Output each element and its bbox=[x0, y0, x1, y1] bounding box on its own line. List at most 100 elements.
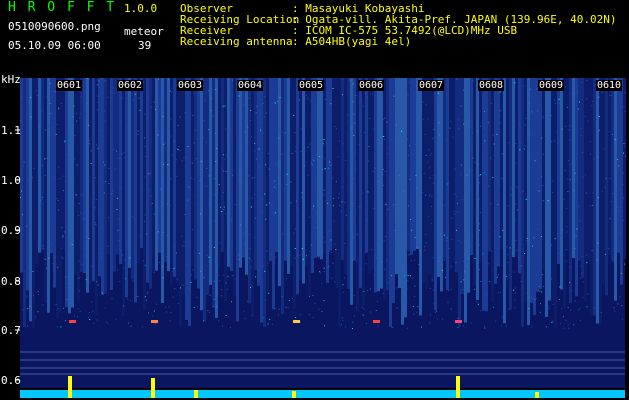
noise-speckle bbox=[570, 309, 572, 311]
noise-speckle bbox=[225, 315, 227, 316]
noise-speckle bbox=[347, 114, 349, 116]
noise-speckle bbox=[76, 120, 78, 122]
noise-speckle bbox=[285, 132, 286, 134]
noise-speckle bbox=[295, 146, 297, 148]
noise-speckle bbox=[184, 111, 186, 113]
noise-speckle bbox=[185, 165, 187, 167]
noise-speckle bbox=[582, 176, 584, 178]
noise-column bbox=[176, 78, 179, 282]
noise-speckle bbox=[447, 183, 449, 185]
noise-speckle bbox=[622, 172, 624, 174]
noise-column bbox=[125, 78, 128, 298]
noise-speckle bbox=[547, 305, 549, 307]
noise-speckle bbox=[104, 164, 105, 166]
noise-speckle bbox=[60, 326, 62, 328]
noise-speckle bbox=[541, 291, 543, 293]
noise-speckle bbox=[213, 220, 215, 222]
time-tick-label: 0608 bbox=[478, 80, 505, 91]
noise-speckle bbox=[278, 308, 280, 310]
noise-speckle bbox=[320, 137, 322, 138]
noise-speckle bbox=[485, 92, 487, 94]
noise-column bbox=[395, 78, 398, 275]
noise-speckle bbox=[540, 254, 542, 256]
noise-speckle bbox=[530, 134, 531, 136]
noise-speckle bbox=[176, 148, 178, 150]
noise-speckle bbox=[345, 214, 347, 216]
noise-speckle bbox=[547, 116, 549, 118]
noise-speckle bbox=[623, 152, 624, 154]
noise-speckle bbox=[621, 318, 623, 320]
noise-speckle bbox=[312, 317, 314, 318]
noise-speckle bbox=[355, 307, 357, 309]
noise-speckle bbox=[118, 239, 120, 241]
noise-speckle bbox=[97, 95, 98, 97]
noise-speckle bbox=[464, 140, 466, 142]
noise-speckle bbox=[85, 210, 86, 212]
noise-speckle bbox=[453, 210, 455, 212]
noise-speckle bbox=[242, 117, 243, 119]
noise-speckle bbox=[107, 245, 109, 247]
noise-speckle bbox=[50, 113, 52, 115]
noise-speckle bbox=[578, 205, 580, 207]
noise-column bbox=[182, 78, 185, 295]
noise-speckle bbox=[601, 91, 603, 93]
noise-speckle bbox=[86, 202, 88, 203]
noise-speckle bbox=[247, 300, 249, 302]
noise-speckle bbox=[221, 211, 223, 213]
noise-speckle bbox=[545, 326, 547, 328]
noise-speckle bbox=[105, 164, 107, 166]
noise-speckle bbox=[362, 314, 364, 316]
noise-speckle bbox=[156, 127, 158, 129]
noise-speckle bbox=[20, 197, 21, 198]
noise-speckle bbox=[592, 100, 594, 102]
noise-speckle bbox=[286, 183, 288, 185]
noise-speckle bbox=[382, 168, 384, 170]
noise-speckle bbox=[97, 79, 99, 81]
noise-speckle bbox=[356, 260, 358, 262]
noise-speckle bbox=[545, 146, 547, 148]
noise-speckle bbox=[56, 123, 58, 125]
noise-speckle bbox=[429, 322, 431, 324]
noise-column bbox=[92, 78, 95, 282]
noise-speckle bbox=[148, 189, 150, 191]
noise-speckle bbox=[421, 159, 423, 161]
noise-speckle bbox=[449, 127, 451, 129]
noise-speckle bbox=[324, 325, 325, 327]
noise-speckle bbox=[240, 227, 242, 229]
noise-speckle bbox=[27, 325, 28, 327]
noise-column bbox=[437, 78, 440, 278]
noise-speckle bbox=[567, 106, 569, 108]
noise-speckle bbox=[144, 113, 146, 115]
noise-speckle bbox=[96, 144, 98, 146]
noise-speckle bbox=[560, 308, 562, 310]
noise-speckle bbox=[153, 101, 155, 103]
noise-speckle bbox=[571, 135, 573, 137]
noise-speckle bbox=[244, 131, 246, 133]
noise-column bbox=[119, 78, 122, 265]
noise-speckle bbox=[413, 239, 415, 240]
noise-speckle bbox=[377, 140, 379, 142]
noise-speckle bbox=[170, 178, 172, 180]
noise-speckle bbox=[624, 91, 626, 93]
noise-speckle bbox=[433, 175, 435, 176]
noise-speckle bbox=[365, 263, 367, 265]
noise-speckle bbox=[366, 322, 367, 324]
noise-speckle bbox=[170, 87, 172, 89]
noise-speckle bbox=[447, 301, 449, 303]
noise-speckle bbox=[334, 243, 336, 245]
noise-speckle bbox=[86, 262, 88, 263]
noise-speckle bbox=[411, 260, 413, 262]
noise-column bbox=[140, 78, 143, 249]
noise-speckle bbox=[409, 81, 411, 83]
noise-speckle bbox=[401, 97, 403, 99]
noise-speckle bbox=[80, 212, 82, 214]
noise-speckle bbox=[75, 194, 77, 196]
noise-speckle bbox=[622, 183, 624, 185]
noise-speckle bbox=[266, 250, 268, 252]
noise-speckle bbox=[146, 293, 148, 295]
noise-speckle bbox=[352, 259, 353, 261]
noise-speckle bbox=[534, 160, 536, 162]
noise-speckle bbox=[301, 248, 303, 250]
noise-speckle bbox=[366, 220, 368, 221]
noise-speckle bbox=[614, 277, 616, 279]
